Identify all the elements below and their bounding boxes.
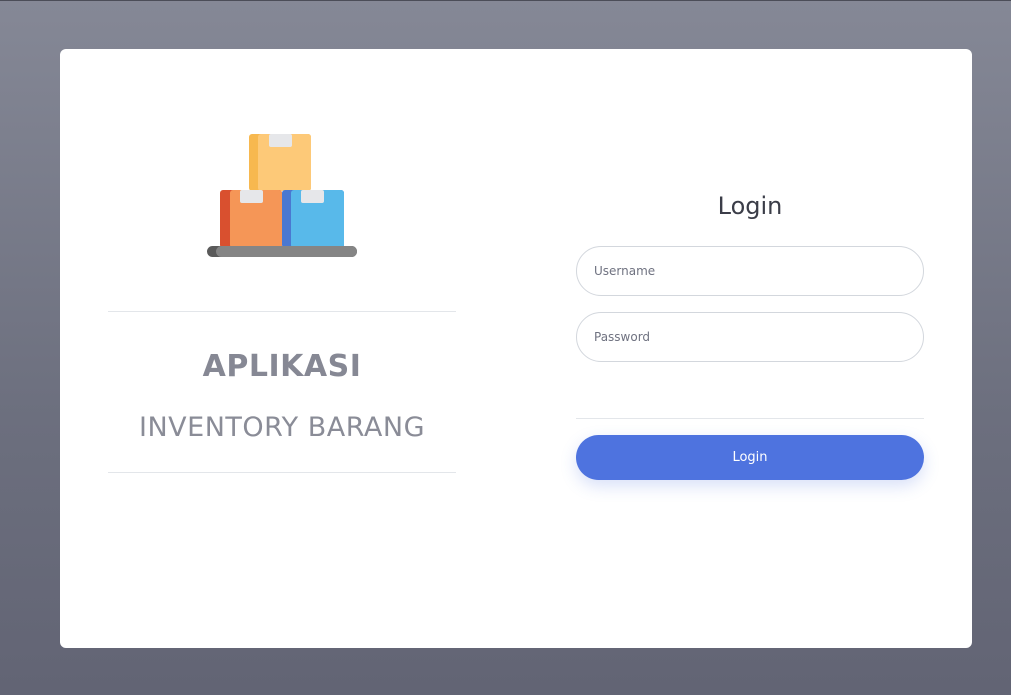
divider-bottom xyxy=(108,472,456,473)
app-title: APLIKASI xyxy=(202,349,362,384)
login-card: APLIKASI INVENTORY BARANG Login Login xyxy=(60,49,972,648)
divider-top xyxy=(108,311,456,312)
app-subtitle: INVENTORY BARANG xyxy=(139,412,425,443)
login-heading: Login xyxy=(717,192,783,220)
window-top-border xyxy=(0,0,1011,1)
username-input[interactable] xyxy=(576,246,924,296)
boxes-stack-icon xyxy=(206,133,358,259)
divider-form xyxy=(576,418,924,419)
password-input[interactable] xyxy=(576,312,924,362)
login-button[interactable]: Login xyxy=(576,435,924,480)
